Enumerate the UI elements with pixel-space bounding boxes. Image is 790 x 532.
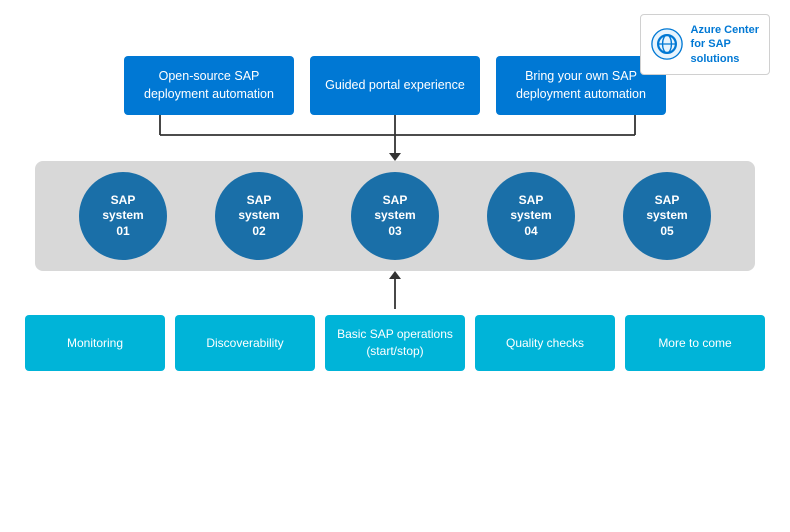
bottom-row: Monitoring Discoverability Basic SAP ope…	[25, 315, 765, 371]
open-source-box: Open-source SAP deployment automation	[124, 56, 294, 115]
azure-icon	[651, 28, 683, 60]
sap-circle-03: SAP system 03	[351, 172, 439, 260]
azure-logo: Azure Centerfor SAPsolutions	[640, 14, 770, 75]
quality-checks-box: Quality checks	[475, 315, 615, 371]
monitoring-box: Monitoring	[25, 315, 165, 371]
discoverability-box: Discoverability	[175, 315, 315, 371]
bottom-connectors-svg	[75, 271, 715, 315]
sap-circle-01: SAP system 01	[79, 172, 167, 260]
guided-portal-box: Guided portal experience	[310, 56, 480, 115]
sap-circle-05: SAP system 05	[623, 172, 711, 260]
middle-band: SAP system 01 SAP system 02 SAP system 0…	[35, 161, 755, 271]
page-container: Azure Centerfor SAPsolutions Open-source…	[0, 0, 790, 532]
azure-logo-text: Azure Centerfor SAPsolutions	[691, 23, 759, 66]
more-to-come-box: More to come	[625, 315, 765, 371]
top-connectors-svg	[75, 115, 715, 161]
basic-ops-box: Basic SAP operations (start/stop)	[325, 315, 465, 371]
sap-circle-04: SAP system 04	[487, 172, 575, 260]
sap-circle-02: SAP system 02	[215, 172, 303, 260]
